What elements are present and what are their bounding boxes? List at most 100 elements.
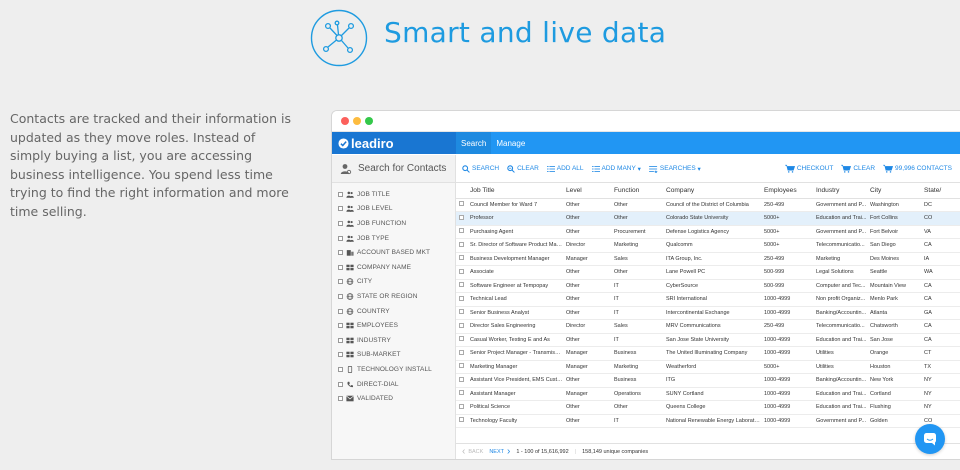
table-cell: SRI International [666,292,764,307]
filter-checkbox[interactable] [338,191,343,197]
filter-item-validated[interactable]: VALIDATED [332,391,455,406]
search-contacts-header[interactable]: Search for Contacts [332,155,455,183]
filter-item-job-level[interactable]: JOB LEVEL [332,202,455,217]
table-row[interactable]: Technology Faculty Other IT National Renewa… [456,414,960,428]
filter-checkbox[interactable] [338,366,343,372]
table-row[interactable]: Assistant Vice President, EMS Custo... Ot… [456,373,960,388]
row-select-cell [456,414,470,428]
table-cell: Atlanta [870,306,924,320]
filter-item-state-or-region[interactable]: STATE OR REGION [332,289,455,304]
tab-search[interactable]: Search [456,132,492,154]
saved-searches-icon [649,165,658,173]
table-row[interactable]: Associate Other Other Lane Powell PC 500-999… [456,265,960,280]
search-button[interactable]: SEARCH [462,164,499,173]
filter-item-technology-install[interactable]: TECHNOLOGY INSTALL [332,362,455,377]
table-row[interactable]: Casual Worker, Testing E and As Other IT Sa… [456,333,960,347]
row-checkbox[interactable] [459,349,464,355]
filter-item-country[interactable]: COUNTRY [332,304,455,319]
row-checkbox[interactable] [459,417,464,423]
column-header-industry[interactable]: Industry [816,183,870,199]
table-row[interactable]: Senior Business Analyst Other IT Interconti… [456,306,960,320]
filter-checkbox[interactable] [338,220,343,226]
row-checkbox[interactable] [459,214,464,220]
filter-checkbox[interactable] [338,264,343,270]
filter-item-job-type[interactable]: JOB TYPE [332,231,455,246]
table-row[interactable]: Professor Other Other Colorado State Univer… [456,211,960,226]
row-checkbox[interactable] [459,282,464,288]
maximize-window-dot[interactable] [365,117,373,125]
row-checkbox[interactable] [459,390,464,396]
tab-manage[interactable]: Manage [491,132,530,154]
column-header-level[interactable]: Level [566,183,614,199]
table-cell: 5000+ [764,238,816,253]
filter-checkbox[interactable] [338,323,343,329]
next-button[interactable]: NEXT › [489,446,510,457]
filter-checkbox[interactable] [338,279,343,285]
table-row[interactable]: Purchasing Agent Other Procurement Defense … [456,225,960,239]
clear-cart-button[interactable]: CLEAR [841,164,875,173]
filter-checkbox[interactable] [338,308,343,314]
column-header-function[interactable]: Function [614,183,666,199]
table-cell: 1000-4999 [764,333,816,347]
filter-checkbox[interactable] [338,381,343,387]
table-row[interactable]: Assistant Manager Manager Operations SUNY C… [456,387,960,401]
table-row[interactable]: Software Engineer at Tempopay Other IT Cybe… [456,279,960,293]
column-header-state[interactable]: State/ [924,183,960,199]
table-row[interactable]: Council Member for Ward 7 Other Other Counc… [456,198,960,212]
row-checkbox[interactable] [459,228,464,234]
filter-item-direct-dial[interactable]: DIRECT-DIAL [332,377,455,392]
row-checkbox[interactable] [459,268,464,274]
checkout-button[interactable]: CHECKOUT [784,164,833,173]
table-row[interactable]: Marketing Manager Manager Marketing Weather… [456,360,960,374]
row-checkbox[interactable] [459,255,464,261]
table-row[interactable]: Political Science Other Other Queens Colleg… [456,400,960,415]
row-checkbox[interactable] [459,322,464,328]
table-row[interactable]: Technical Lead Other IT SRI International 10… [456,292,960,307]
filter-item-city[interactable]: CITY [332,275,455,290]
filter-item-job-function[interactable]: JOB FUNCTION [332,216,455,231]
filter-checkbox[interactable] [338,293,343,299]
table-cell: Sales [614,252,666,266]
searches-button[interactable]: SEARCHES ▾ [649,165,701,173]
row-checkbox[interactable] [459,403,464,409]
table-row[interactable]: Director Sales Engineering Director Sales M… [456,319,960,334]
row-checkbox[interactable] [459,201,464,207]
add-all-button[interactable]: ADD ALL [546,165,584,173]
filter-item-industry[interactable]: INDUSTRY [332,333,455,348]
column-header-job-title[interactable]: Job Title [470,183,566,199]
back-button[interactable]: ‹ BACK [462,446,483,457]
table-row[interactable]: Senior Project Manager - Transmissio... M… [456,346,960,361]
row-checkbox[interactable] [459,376,464,382]
table-row[interactable]: Business Development Manager Manager Sales… [456,252,960,266]
filter-checkbox[interactable] [338,352,343,358]
filter-checkbox[interactable] [338,206,343,212]
column-header-company[interactable]: Company [666,183,764,199]
row-checkbox[interactable] [459,241,464,247]
chat-launcher-button[interactable] [915,424,945,454]
row-checkbox[interactable] [459,309,464,315]
filter-checkbox[interactable] [338,250,343,256]
table-cell: Lane Powell PC [666,265,764,280]
filter-item-employees[interactable]: EMPLOYEES [332,318,455,333]
column-header-employees[interactable]: Employees [764,183,816,199]
column-header-city[interactable]: City [870,183,924,199]
filter-checkbox[interactable] [338,337,343,343]
minimize-window-dot[interactable] [353,117,361,125]
contacts-count-button[interactable]: 99,996 CONTACTS [883,164,952,173]
add-many-button[interactable]: ADD MANY ▾ [591,165,641,173]
filter-item-account-based-mkt[interactable]: ACCOUNT BASED MKT [332,245,455,260]
table-cell: New York [870,373,924,388]
row-checkbox[interactable] [459,363,464,369]
filter-checkbox[interactable] [338,396,343,402]
row-checkbox[interactable] [459,295,464,301]
filter-item-job-title[interactable]: JOB TITLE [332,187,455,202]
filter-checkbox[interactable] [338,235,343,241]
clear-button[interactable]: CLEAR [507,164,539,173]
table-row[interactable]: Sr. Director of Software Product Man... D… [456,238,960,253]
app-logo[interactable]: leadiro [332,132,456,154]
close-window-dot[interactable] [341,117,349,125]
table-cell: NY [924,373,960,388]
filter-item-sub-market[interactable]: SUB-MARKET [332,348,455,363]
row-checkbox[interactable] [459,336,464,342]
filter-item-company-name[interactable]: COMPANY NAME [332,260,455,275]
